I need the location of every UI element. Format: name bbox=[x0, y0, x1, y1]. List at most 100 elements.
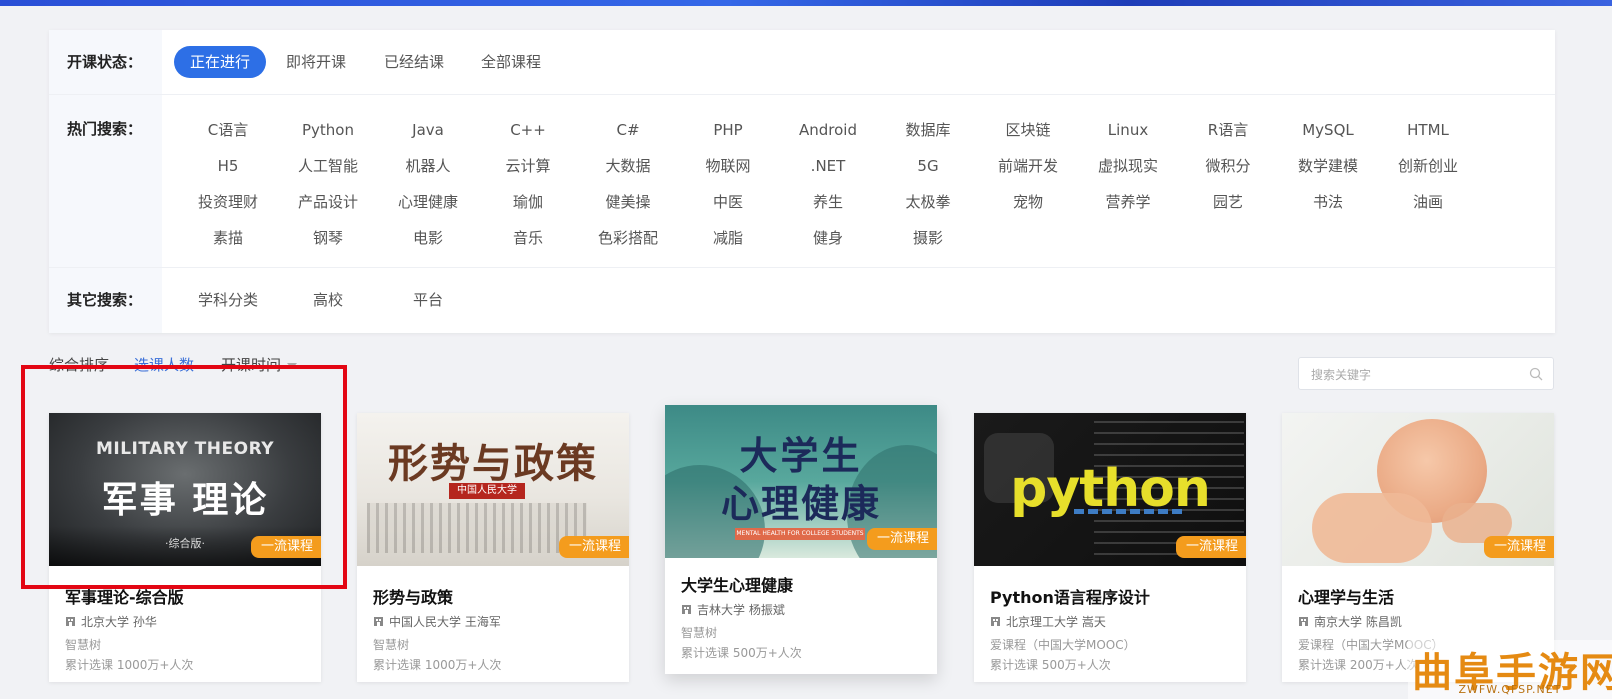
hot-search-item[interactable]: .NET bbox=[778, 148, 878, 184]
course-title[interactable]: 大学生心理健康 bbox=[681, 572, 793, 596]
school-icon bbox=[991, 617, 1000, 626]
course-title[interactable]: 心理学与生活 bbox=[1298, 584, 1394, 608]
hot-search-grid: C语言 Python Java C++ C# PHP Android 数据库 区块链 Linux R… bbox=[178, 112, 1548, 256]
hot-search-item[interactable]: 数据库 bbox=[878, 112, 978, 148]
search-box bbox=[1298, 357, 1554, 391]
course-platform: 智慧树 bbox=[65, 638, 102, 652]
hot-search-item[interactable]: 健身 bbox=[778, 220, 878, 256]
course-card-military-theory[interactable]: MILITARY THEORY 军事 理论 ·综合版· 一流课程 军事理论-综合… bbox=[49, 413, 321, 682]
course-card-mental-health[interactable]: 大学生 心理健康 MENTAL HEALTH FOR COLLEGE STUDE… bbox=[665, 405, 937, 674]
sort-start-time[interactable]: 开课时间 bbox=[221, 352, 298, 378]
hot-search-item[interactable]: 心理健康 bbox=[378, 184, 478, 220]
hot-search-item[interactable]: Android bbox=[778, 112, 878, 148]
hot-search-item[interactable]: 机器人 bbox=[378, 148, 478, 184]
hot-search-item[interactable]: 太极拳 bbox=[878, 184, 978, 220]
sort-enrollment[interactable]: 选课人数 bbox=[134, 352, 194, 378]
hot-search-item[interactable]: 色彩搭配 bbox=[578, 220, 678, 256]
hot-search-item[interactable]: 区块链 bbox=[978, 112, 1078, 148]
course-enrollment: 累计选课 500万+人次 bbox=[681, 646, 802, 660]
first-class-badge: 一流课程 bbox=[250, 536, 321, 558]
course-enrollment: 累计选课 1000万+人次 bbox=[373, 658, 502, 672]
hot-search-item[interactable]: 素描 bbox=[178, 220, 278, 256]
course-school: 南京大学 陈昌凯 bbox=[1298, 613, 1402, 630]
hot-search-item[interactable]: R语言 bbox=[1178, 112, 1278, 148]
other-search-university[interactable]: 高校 bbox=[278, 268, 378, 333]
hot-search-item[interactable]: Linux bbox=[1078, 112, 1178, 148]
school-icon bbox=[1299, 617, 1308, 626]
status-option-ended[interactable]: 已经结课 bbox=[384, 46, 444, 78]
status-option-all[interactable]: 全部课程 bbox=[481, 46, 541, 78]
hot-search-item[interactable]: 养生 bbox=[778, 184, 878, 220]
school-icon bbox=[682, 605, 691, 614]
hot-search-item[interactable]: 5G bbox=[878, 148, 978, 184]
hot-search-item[interactable]: 钢琴 bbox=[278, 220, 378, 256]
search-icon[interactable] bbox=[1529, 367, 1543, 381]
course-thumbnail: python 一流课程 bbox=[974, 413, 1246, 566]
hot-search-item[interactable]: HTML bbox=[1378, 112, 1478, 148]
hot-search-item[interactable]: 数学建模 bbox=[1278, 148, 1378, 184]
thumb-chinese-title: 大学生 bbox=[739, 434, 863, 478]
hot-search-item[interactable]: H5 bbox=[178, 148, 278, 184]
hot-search-item[interactable]: Python bbox=[278, 112, 378, 148]
hot-search-item[interactable]: 虚拟现实 bbox=[1078, 148, 1178, 184]
hot-search-item[interactable]: 瑜伽 bbox=[478, 184, 578, 220]
course-thumbnail: MILITARY THEORY 军事 理论 ·综合版· 一流课程 bbox=[49, 413, 321, 566]
hot-search-item[interactable]: 微积分 bbox=[1178, 148, 1278, 184]
watermark-url: ZWFW.QFSP.NET bbox=[1458, 683, 1562, 696]
thumb-chinese-title: 军事 理论 bbox=[101, 480, 269, 521]
school-icon bbox=[66, 617, 75, 626]
course-school: 北京大学 孙华 bbox=[65, 613, 157, 630]
hot-search-item[interactable]: 油画 bbox=[1378, 184, 1478, 220]
hot-search-item[interactable]: Java bbox=[378, 112, 478, 148]
hot-search-item[interactable]: C++ bbox=[478, 112, 578, 148]
hot-search-item[interactable]: 健美操 bbox=[578, 184, 678, 220]
course-school-text: 中国人民大学 王海军 bbox=[389, 615, 501, 629]
other-search-label: 其它搜索： bbox=[49, 268, 162, 333]
sort-overall[interactable]: 综合排序 bbox=[49, 352, 109, 378]
course-school-text: 北京大学 孙华 bbox=[81, 615, 157, 629]
hot-search-item[interactable]: 书法 bbox=[1278, 184, 1378, 220]
course-title[interactable]: 形势与政策 bbox=[373, 584, 453, 608]
course-school-text: 吉林大学 杨振斌 bbox=[697, 603, 785, 617]
course-card-situation-policy[interactable]: 形势与政策 中国人民大学 一流课程 形势与政策 中国人民大学 王海军 智慧树 累… bbox=[357, 413, 629, 682]
watermark: 曲阜手游网 ZWFW.QFSP.NET bbox=[1408, 640, 1612, 699]
other-search-subject[interactable]: 学科分类 bbox=[178, 268, 278, 333]
hot-search-item[interactable]: 前端开发 bbox=[978, 148, 1078, 184]
search-input[interactable] bbox=[1309, 358, 1523, 391]
hot-search-item[interactable]: 物联网 bbox=[678, 148, 778, 184]
course-title[interactable]: 军事理论-综合版 bbox=[65, 584, 184, 608]
course-card-python[interactable]: python 一流课程 Python语言程序设计 北京理工大学 嵩天 爱课程（中… bbox=[974, 413, 1246, 682]
first-class-badge: 一流课程 bbox=[1175, 536, 1246, 558]
hot-search-item[interactable]: 投资理财 bbox=[178, 184, 278, 220]
hot-search-item[interactable]: 人工智能 bbox=[278, 148, 378, 184]
other-search-platform[interactable]: 平台 bbox=[378, 268, 478, 333]
hot-search-row: 热门搜索： C语言 Python Java C++ C# PHP Android 数据库 区块链… bbox=[49, 95, 1555, 268]
course-school: 北京理工大学 嵩天 bbox=[990, 613, 1106, 630]
hot-search-item[interactable]: C语言 bbox=[178, 112, 278, 148]
hot-search-item[interactable]: 大数据 bbox=[578, 148, 678, 184]
hot-search-item[interactable]: PHP bbox=[678, 112, 778, 148]
hot-search-item[interactable]: 宠物 bbox=[978, 184, 1078, 220]
hot-search-item[interactable]: 云计算 bbox=[478, 148, 578, 184]
hot-search-item[interactable]: 中医 bbox=[678, 184, 778, 220]
status-option-upcoming[interactable]: 即将开课 bbox=[286, 46, 346, 78]
hot-search-item[interactable]: MySQL bbox=[1278, 112, 1378, 148]
hot-search-item[interactable]: 产品设计 bbox=[278, 184, 378, 220]
course-title[interactable]: Python语言程序设计 bbox=[990, 584, 1150, 608]
hot-search-item[interactable]: C# bbox=[578, 112, 678, 148]
hot-search-item[interactable]: 摄影 bbox=[878, 220, 978, 256]
hot-search-item[interactable]: 创新创业 bbox=[1378, 148, 1478, 184]
status-option-ongoing[interactable]: 正在进行 bbox=[174, 46, 267, 78]
filter-panel: 开课状态： 正在进行 即将开课 已经结课 全部课程 热门搜索： C语言 Pytho… bbox=[49, 30, 1555, 333]
hot-search-item[interactable]: 营养学 bbox=[1078, 184, 1178, 220]
course-thumbnail: 形势与政策 中国人民大学 一流课程 bbox=[357, 413, 629, 566]
thumb-chinese-title-2: 心理健康 bbox=[720, 482, 881, 526]
hot-search-item[interactable]: 园艺 bbox=[1178, 184, 1278, 220]
thumb-chinese-title: 形势与政策 bbox=[388, 440, 598, 487]
hot-search-item[interactable]: 电影 bbox=[378, 220, 478, 256]
top-banner bbox=[0, 0, 1612, 6]
course-platform: 爱课程（中国大学MOOC） bbox=[990, 638, 1136, 652]
hot-search-item[interactable]: 减脂 bbox=[678, 220, 778, 256]
hot-search-item[interactable]: 音乐 bbox=[478, 220, 578, 256]
caret-down-icon bbox=[287, 362, 298, 369]
